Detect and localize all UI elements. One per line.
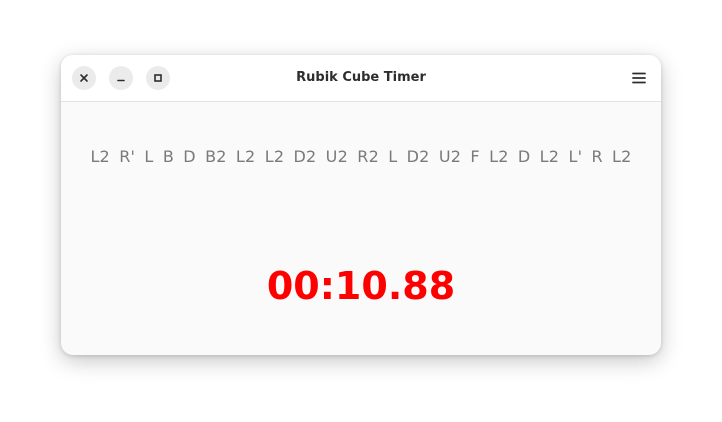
app-window: Rubik Cube Timer L2 R' L B D B2 L2 L2 D2…: [61, 55, 661, 355]
window-title: Rubik Cube Timer: [296, 70, 426, 85]
hamburger-menu-icon: [632, 72, 646, 84]
title-bar: Rubik Cube Timer: [61, 55, 661, 102]
scramble-sequence: L2 R' L B D B2 L2 L2 D2 U2 R2 L D2 U2 F …: [90, 147, 632, 166]
timer-display: 00:10.88: [266, 264, 456, 308]
main-menu-button[interactable]: [627, 66, 651, 90]
